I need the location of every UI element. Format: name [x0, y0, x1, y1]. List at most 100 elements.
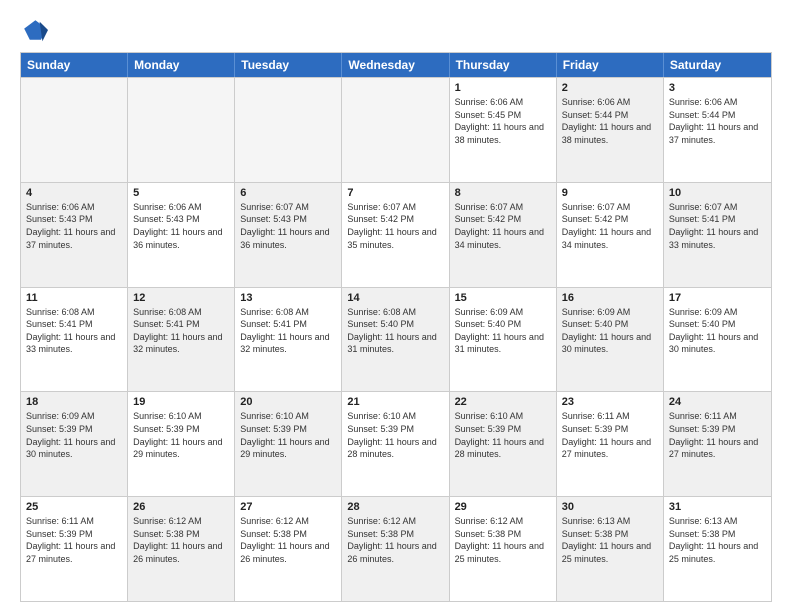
- calendar-cell: [128, 78, 235, 182]
- day-info: Sunrise: 6:06 AM Sunset: 5:44 PM Dayligh…: [669, 96, 766, 146]
- calendar-cell: 1 Sunrise: 6:06 AM Sunset: 5:45 PM Daylig…: [450, 78, 557, 182]
- day-number: 15: [455, 292, 551, 304]
- day-number: 22: [455, 396, 551, 408]
- day-number: 10: [669, 187, 766, 199]
- calendar-header-day: Friday: [557, 53, 664, 77]
- day-number: 11: [26, 292, 122, 304]
- day-info: Sunrise: 6:12 AM Sunset: 5:38 PM Dayligh…: [347, 515, 443, 565]
- day-number: 28: [347, 501, 443, 513]
- day-number: 14: [347, 292, 443, 304]
- day-number: 25: [26, 501, 122, 513]
- day-info: Sunrise: 6:11 AM Sunset: 5:39 PM Dayligh…: [669, 410, 766, 460]
- day-info: Sunrise: 6:09 AM Sunset: 5:39 PM Dayligh…: [26, 410, 122, 460]
- calendar-header-day: Thursday: [450, 53, 557, 77]
- day-info: Sunrise: 6:07 AM Sunset: 5:41 PM Dayligh…: [669, 201, 766, 251]
- calendar-cell: 25Sunrise: 6:11 AM Sunset: 5:39 PM Dayli…: [21, 497, 128, 601]
- calendar-cell: 3 Sunrise: 6:06 AM Sunset: 5:44 PM Daylig…: [664, 78, 771, 182]
- day-info: Sunrise: 6:10 AM Sunset: 5:39 PM Dayligh…: [240, 410, 336, 460]
- day-info: Sunrise: 6:11 AM Sunset: 5:39 PM Dayligh…: [562, 410, 658, 460]
- day-number: 13: [240, 292, 336, 304]
- day-info: Sunrise: 6:06 AM Sunset: 5:43 PM Dayligh…: [133, 201, 229, 251]
- day-info: Sunrise: 6:09 AM Sunset: 5:40 PM Dayligh…: [455, 306, 551, 356]
- calendar-header-day: Wednesday: [342, 53, 449, 77]
- day-number: 30: [562, 501, 658, 513]
- day-number: 20: [240, 396, 336, 408]
- day-info: Sunrise: 6:06 AM Sunset: 5:44 PM Dayligh…: [562, 96, 658, 146]
- calendar-cell: 29Sunrise: 6:12 AM Sunset: 5:38 PM Dayli…: [450, 497, 557, 601]
- day-info: Sunrise: 6:07 AM Sunset: 5:43 PM Dayligh…: [240, 201, 336, 251]
- calendar-header-day: Tuesday: [235, 53, 342, 77]
- calendar: SundayMondayTuesdayWednesdayThursdayFrid…: [20, 52, 772, 602]
- calendar-cell: 22 Sunrise: 6:10 AM Sunset: 5:39 PM Dayli…: [450, 392, 557, 496]
- day-info: Sunrise: 6:12 AM Sunset: 5:38 PM Dayligh…: [455, 515, 551, 565]
- calendar-cell: 24 Sunrise: 6:11 AM Sunset: 5:39 PM Dayli…: [664, 392, 771, 496]
- calendar-cell: 2 Sunrise: 6:06 AM Sunset: 5:44 PM Daylig…: [557, 78, 664, 182]
- day-number: 26: [133, 501, 229, 513]
- day-number: 9: [562, 187, 658, 199]
- day-info: Sunrise: 6:08 AM Sunset: 5:41 PM Dayligh…: [240, 306, 336, 356]
- day-info: Sunrise: 6:12 AM Sunset: 5:38 PM Dayligh…: [133, 515, 229, 565]
- day-info: Sunrise: 6:07 AM Sunset: 5:42 PM Dayligh…: [347, 201, 443, 251]
- calendar-cell: 9 Sunrise: 6:07 AM Sunset: 5:42 PM Daylig…: [557, 183, 664, 287]
- calendar-cell: 27Sunrise: 6:12 AM Sunset: 5:38 PM Dayli…: [235, 497, 342, 601]
- day-number: 1: [455, 82, 551, 94]
- calendar-cell: 14Sunrise: 6:08 AM Sunset: 5:40 PM Dayli…: [342, 288, 449, 392]
- day-number: 17: [669, 292, 766, 304]
- day-number: 19: [133, 396, 229, 408]
- day-info: Sunrise: 6:06 AM Sunset: 5:45 PM Dayligh…: [455, 96, 551, 146]
- calendar-cell: [342, 78, 449, 182]
- calendar-header-day: Monday: [128, 53, 235, 77]
- calendar-cell: 10 Sunrise: 6:07 AM Sunset: 5:41 PM Dayli…: [664, 183, 771, 287]
- calendar-row: 25Sunrise: 6:11 AM Sunset: 5:39 PM Dayli…: [21, 496, 771, 601]
- logo-icon: [20, 16, 48, 44]
- calendar-row: 4 Sunrise: 6:06 AM Sunset: 5:43 PM Daylig…: [21, 182, 771, 287]
- calendar-cell: 30Sunrise: 6:13 AM Sunset: 5:38 PM Dayli…: [557, 497, 664, 601]
- day-info: Sunrise: 6:10 AM Sunset: 5:39 PM Dayligh…: [455, 410, 551, 460]
- day-info: Sunrise: 6:13 AM Sunset: 5:38 PM Dayligh…: [669, 515, 766, 565]
- logo: [20, 16, 52, 44]
- calendar-cell: 16 Sunrise: 6:09 AM Sunset: 5:40 PM Dayli…: [557, 288, 664, 392]
- calendar-header-day: Saturday: [664, 53, 771, 77]
- calendar-cell: 4 Sunrise: 6:06 AM Sunset: 5:43 PM Daylig…: [21, 183, 128, 287]
- calendar-cell: 12 Sunrise: 6:08 AM Sunset: 5:41 PM Dayli…: [128, 288, 235, 392]
- day-number: 2: [562, 82, 658, 94]
- calendar-cell: 6 Sunrise: 6:07 AM Sunset: 5:43 PM Daylig…: [235, 183, 342, 287]
- calendar-cell: 5 Sunrise: 6:06 AM Sunset: 5:43 PM Daylig…: [128, 183, 235, 287]
- day-info: Sunrise: 6:07 AM Sunset: 5:42 PM Dayligh…: [455, 201, 551, 251]
- day-info: Sunrise: 6:07 AM Sunset: 5:42 PM Dayligh…: [562, 201, 658, 251]
- page: SundayMondayTuesdayWednesdayThursdayFrid…: [0, 0, 792, 612]
- header: [20, 16, 772, 44]
- day-number: 12: [133, 292, 229, 304]
- day-number: 4: [26, 187, 122, 199]
- day-info: Sunrise: 6:08 AM Sunset: 5:41 PM Dayligh…: [133, 306, 229, 356]
- day-number: 6: [240, 187, 336, 199]
- calendar-cell: [21, 78, 128, 182]
- calendar-cell: 15 Sunrise: 6:09 AM Sunset: 5:40 PM Dayli…: [450, 288, 557, 392]
- day-number: 27: [240, 501, 336, 513]
- day-info: Sunrise: 6:08 AM Sunset: 5:41 PM Dayligh…: [26, 306, 122, 356]
- calendar-cell: 19Sunrise: 6:10 AM Sunset: 5:39 PM Dayli…: [128, 392, 235, 496]
- calendar-cell: 17Sunrise: 6:09 AM Sunset: 5:40 PM Dayli…: [664, 288, 771, 392]
- calendar-cell: 18Sunrise: 6:09 AM Sunset: 5:39 PM Dayli…: [21, 392, 128, 496]
- day-number: 21: [347, 396, 443, 408]
- calendar-header: SundayMondayTuesdayWednesdayThursdayFrid…: [21, 53, 771, 77]
- calendar-cell: 26 Sunrise: 6:12 AM Sunset: 5:38 PM Dayli…: [128, 497, 235, 601]
- calendar-cell: 13 Sunrise: 6:08 AM Sunset: 5:41 PM Dayli…: [235, 288, 342, 392]
- calendar-cell: 8 Sunrise: 6:07 AM Sunset: 5:42 PM Daylig…: [450, 183, 557, 287]
- day-number: 8: [455, 187, 551, 199]
- calendar-body: 1 Sunrise: 6:06 AM Sunset: 5:45 PM Daylig…: [21, 77, 771, 601]
- calendar-cell: 11 Sunrise: 6:08 AM Sunset: 5:41 PM Dayli…: [21, 288, 128, 392]
- day-number: 24: [669, 396, 766, 408]
- calendar-cell: 23Sunrise: 6:11 AM Sunset: 5:39 PM Dayli…: [557, 392, 664, 496]
- day-number: 7: [347, 187, 443, 199]
- day-number: 31: [669, 501, 766, 513]
- calendar-row: 18Sunrise: 6:09 AM Sunset: 5:39 PM Dayli…: [21, 391, 771, 496]
- day-info: Sunrise: 6:06 AM Sunset: 5:43 PM Dayligh…: [26, 201, 122, 251]
- calendar-header-day: Sunday: [21, 53, 128, 77]
- day-number: 3: [669, 82, 766, 94]
- calendar-cell: 7 Sunrise: 6:07 AM Sunset: 5:42 PM Daylig…: [342, 183, 449, 287]
- day-number: 16: [562, 292, 658, 304]
- day-info: Sunrise: 6:09 AM Sunset: 5:40 PM Dayligh…: [562, 306, 658, 356]
- day-number: 5: [133, 187, 229, 199]
- day-info: Sunrise: 6:10 AM Sunset: 5:39 PM Dayligh…: [347, 410, 443, 460]
